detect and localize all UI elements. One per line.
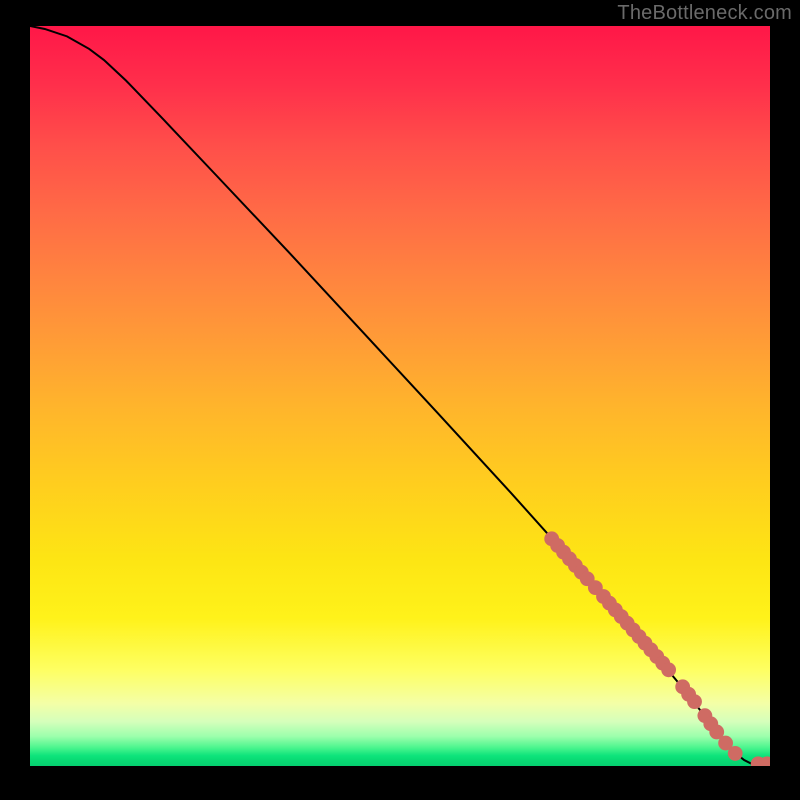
points-layer bbox=[30, 26, 770, 766]
data-point bbox=[661, 662, 676, 677]
data-point bbox=[728, 746, 743, 761]
chart-container: TheBottleneck.com bbox=[0, 0, 800, 800]
data-points bbox=[544, 531, 770, 766]
data-point bbox=[687, 694, 702, 709]
plot-area bbox=[30, 26, 770, 766]
watermark-text: TheBottleneck.com bbox=[617, 2, 792, 25]
